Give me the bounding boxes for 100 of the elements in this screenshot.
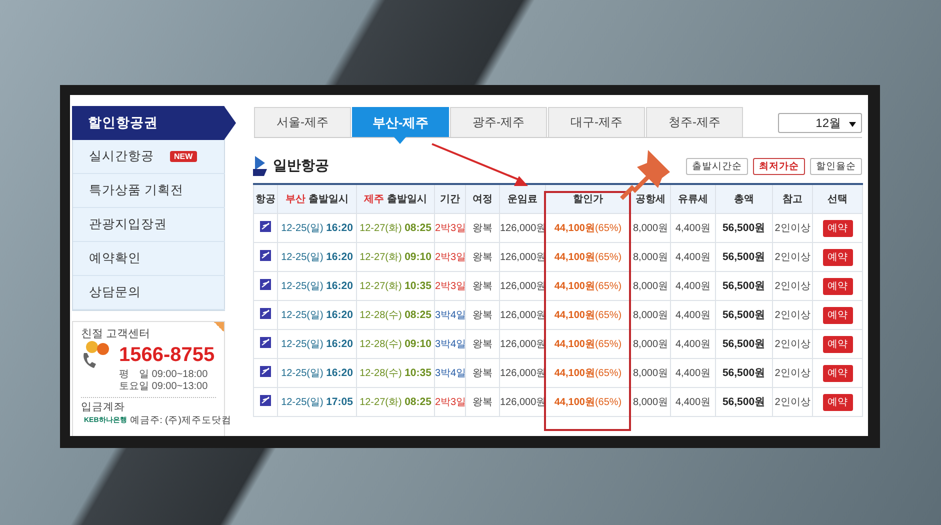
return-datetime: 12-27(화) 08:25 — [360, 223, 432, 234]
airline-logo-icon — [260, 366, 271, 377]
reserve-button[interactable]: 예약 — [822, 248, 852, 266]
stacked-arrow-logo-icon — [253, 156, 269, 176]
note-cell: 2인이상 — [774, 368, 810, 379]
column-header: 선택 — [828, 193, 848, 206]
duration-cell: 3박4일 — [435, 339, 466, 350]
fare-cell: 126,000원 — [500, 281, 546, 292]
airline-logo-icon — [260, 308, 271, 319]
airport-tax: 8,000원 — [632, 339, 668, 350]
sidebar-menu-item[interactable]: 실시간항공 NEW — [73, 140, 225, 174]
duration-cell: 2박3일 — [435, 223, 466, 234]
note-cell: 2인이상 — [774, 281, 810, 292]
total-price: 56,500원 — [722, 338, 766, 350]
duration-cell: 2박3일 — [435, 281, 466, 292]
trip-type: 왕복 — [472, 310, 492, 321]
note-cell: 2인이상 — [774, 310, 810, 321]
total-price: 56,500원 — [722, 280, 766, 292]
fare-cell: 126,000원 — [500, 368, 546, 379]
reserve-button[interactable]: 예약 — [822, 394, 852, 410]
sort-button[interactable]: 출발시간순 — [686, 158, 748, 174]
airport-tax: 8,000원 — [632, 281, 668, 292]
sidebar-menu-item[interactable]: 관광지입장권 — [73, 208, 225, 242]
reserve-button[interactable]: 예약 — [822, 278, 852, 294]
departure-datetime: 12-25(일) 16:20 — [281, 310, 353, 321]
pointer-triangle-icon — [394, 137, 406, 144]
trip-type: 왕복 — [472, 281, 492, 292]
fuel-tax: 4,400원 — [675, 281, 711, 292]
return-datetime: 12-28(수) 10:35 — [360, 368, 432, 379]
discount-price: 44,100원(65%) — [554, 252, 622, 263]
airline-logo-icon — [260, 250, 271, 261]
duration-cell: 3박4일 — [435, 368, 466, 379]
discount-price: 44,100원(65%) — [554, 310, 622, 321]
sidebar-menu-item[interactable]: 예약확인 — [73, 242, 225, 276]
duration-cell: 2박3일 — [435, 397, 466, 408]
trip-type: 왕복 — [472, 252, 492, 263]
trip-type: 왕복 — [472, 368, 492, 379]
fare-cell: 126,000원 — [500, 339, 546, 350]
departure-datetime: 12-25(일) 16:20 — [281, 339, 353, 350]
column-header: 항공 — [256, 193, 276, 206]
new-badge: NEW — [170, 151, 197, 162]
return-datetime: 12-28(수) 08:25 — [360, 310, 432, 321]
airport-tax: 8,000원 — [632, 368, 668, 379]
section-title: 일반항공 — [273, 157, 329, 175]
phone-number: 1566-8755 — [119, 344, 215, 366]
sort-button[interactable]: 할인율순 — [810, 158, 862, 174]
fuel-tax: 4,400원 — [675, 223, 711, 234]
airport-tax: 8,000원 — [632, 397, 668, 408]
column-header: 여정 — [472, 193, 492, 206]
route-tab[interactable]: 서울-제주 — [254, 107, 351, 137]
sort-button[interactable]: 최저가순 — [753, 158, 805, 174]
column-header: 총액 — [734, 193, 754, 206]
departure-datetime: 12-25(일) 16:20 — [281, 252, 353, 263]
fare-cell: 126,000원 — [500, 310, 546, 321]
column-header: 운임료 — [508, 193, 538, 206]
discount-price: 44,100원(65%) — [554, 397, 622, 408]
account-holder: 예금주: (주)제주도닷컴 — [130, 415, 232, 427]
reserve-button[interactable]: 예약 — [822, 306, 852, 324]
fuel-tax: 4,400원 — [675, 310, 711, 321]
total-price: 56,500원 — [722, 367, 766, 379]
fuel-tax: 4,400원 — [675, 368, 711, 379]
business-hours: 토요일 09:00~13:00 — [119, 381, 209, 393]
reserve-button[interactable]: 예약 — [822, 364, 852, 382]
column-header: 기간 — [440, 193, 460, 206]
return-datetime: 12-27(화) 08:25 — [360, 397, 432, 408]
route-tab[interactable]: 대구-제주 — [548, 107, 645, 137]
sidebar-menu-item[interactable]: 상담문의 — [73, 276, 225, 310]
fuel-tax: 4,400원 — [675, 252, 711, 263]
trip-type: 왕복 — [472, 223, 492, 234]
reserve-button[interactable]: 예약 — [822, 220, 852, 236]
airport-tax: 8,000원 — [632, 223, 668, 234]
support-title: 친절 고객센터 — [81, 327, 152, 341]
airline-logo-icon — [260, 337, 271, 348]
trip-type: 왕복 — [472, 339, 492, 350]
column-header: 공항세 — [636, 193, 666, 206]
total-price: 56,500원 — [722, 222, 766, 234]
column-header: 부산 출발일시 — [286, 193, 348, 206]
note-cell: 2인이상 — [774, 223, 810, 234]
discount-price: 44,100원(65%) — [554, 223, 622, 234]
fuel-tax: 4,400원 — [675, 339, 711, 350]
route-tab[interactable]: 청주-제주 — [646, 107, 743, 137]
account-label: 입금계좌 — [81, 401, 126, 414]
airport-tax: 8,000원 — [632, 252, 668, 263]
note-cell: 2인이상 — [774, 339, 810, 350]
month-dropdown[interactable]: 12월 — [778, 113, 862, 133]
dropdown-caret-icon — [849, 122, 856, 127]
discount-price: 44,100원(65%) — [554, 368, 622, 379]
total-price: 56,500원 — [722, 251, 766, 263]
total-price: 56,500원 — [722, 396, 766, 408]
note-cell: 2인이상 — [774, 397, 810, 408]
route-tab[interactable]: 광주-제주 — [450, 107, 547, 137]
sidebar-menu-item[interactable]: 할인항공권 — [72, 106, 236, 140]
return-datetime: 12-28(수) 09:10 — [360, 339, 432, 350]
trip-type: 왕복 — [472, 397, 492, 408]
departure-datetime: 12-25(일) 16:20 — [281, 368, 353, 379]
duration-cell: 2박3일 — [435, 252, 466, 263]
return-datetime: 12-27(화) 09:10 — [360, 252, 432, 263]
sidebar-menu-item[interactable]: 특가상품 기획전 — [73, 174, 225, 208]
duration-cell: 3박4일 — [435, 310, 466, 321]
reserve-button[interactable]: 예약 — [822, 336, 852, 352]
